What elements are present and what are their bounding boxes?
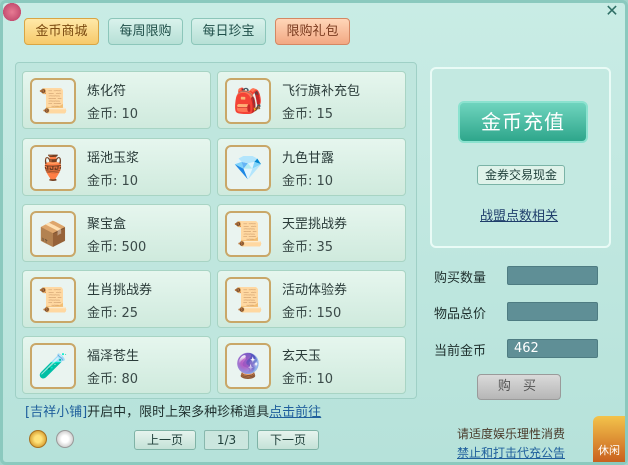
tab-gold-shop[interactable]: 金币商城 [24,18,99,45]
quantity-label: 购买数量 [434,271,487,286]
close-icon[interactable]: ✕ [601,3,623,21]
item-price: 金币: 10 [282,372,334,387]
item-card[interactable]: 🏺 瑶池玉浆 金币: 10 [22,138,211,196]
item-price: 金币: 10 [87,174,139,189]
shop-name-link[interactable]: [吉祥小铺] [25,405,87,420]
item-card[interactable]: 📜 天罡挑战券 金币: 35 [217,204,406,262]
scroll-icon: 📜 [30,277,76,323]
current-gold-label: 当前金币 [434,344,487,359]
notice-text: 开启中，限时上架多种珍稀道具 [87,405,270,420]
tab-weekly-limited[interactable]: 每周限购 [108,18,183,45]
item-name: 聚宝盒 [87,217,127,232]
tab-limited-pack[interactable]: 限购礼包 [275,18,350,45]
item-card[interactable]: 🔮 玄天玉 金币: 10 [217,336,406,394]
flower-decoration-icon [3,3,21,21]
page-indicator: 1/3 [204,430,249,450]
next-page-button[interactable]: 下一页 [257,430,319,450]
item-name: 天罡挑战券 [282,217,348,232]
item-name: 炼化符 [87,84,127,99]
scroll-icon: 📜 [225,211,271,257]
jade-potion-icon: 🏺 [30,145,76,191]
alliance-points-link[interactable]: 战盟点数相关 [480,205,558,224]
item-name: 福泽苍生 [87,349,140,364]
item-name: 飞行旗补充包 [282,84,361,99]
item-card[interactable]: 🎒 飞行旗补充包 金币: 15 [217,71,406,129]
coupon-exchange-button[interactable]: 金券交易现金 [477,165,565,185]
item-price: 金币: 500 [87,240,147,255]
item-name: 九色甘露 [282,151,335,166]
silver-coin-icon[interactable] [56,430,74,448]
anti-proxy-notice-link[interactable]: 禁止和打击代充公告 [457,444,565,461]
shop-notice: [吉祥小铺]开启中，限时上架多种珍稀道具点击前往 [25,401,321,420]
buy-button[interactable]: 购 买 [477,374,561,400]
item-card[interactable]: 💎 九色甘露 金币: 10 [217,138,406,196]
gold-coin-icon[interactable] [29,430,47,448]
total-price-label: 物品总价 [434,307,487,322]
potion-bottle-icon: 🧪 [30,343,76,389]
activity-icon[interactable]: 休闲 [593,416,625,462]
tab-daily-treasure[interactable]: 每日珍宝 [191,18,266,45]
item-card[interactable]: 📜 活动体验券 金币: 150 [217,270,406,328]
item-card[interactable]: 🧪 福泽苍生 金币: 80 [22,336,211,394]
item-name: 生肖挑战券 [87,283,153,298]
item-price: 金币: 80 [87,372,139,387]
item-name: 活动体验券 [282,283,348,298]
item-card[interactable]: 📦 聚宝盒 金币: 500 [22,204,211,262]
item-name: 玄天玉 [282,349,322,364]
jade-gem-icon: 🔮 [225,343,271,389]
item-price: 金币: 150 [282,306,342,321]
recharge-button[interactable]: 金币充值 [458,101,588,143]
item-card[interactable]: 📜 生肖挑战券 金币: 25 [22,270,211,328]
scroll-icon: 📜 [225,277,271,323]
quantity-field[interactable] [507,266,598,285]
item-price: 金币: 10 [282,174,334,189]
prev-page-button[interactable]: 上一页 [134,430,196,450]
moderation-notice: 请适度娱乐理性消费 [457,427,566,441]
flag-pouch-icon: 🎒 [225,78,271,124]
gem-dew-icon: 💎 [225,145,271,191]
total-price-field [507,302,598,321]
treasure-box-icon: 📦 [30,211,76,257]
item-price: 金币: 10 [87,107,139,122]
item-price: 金币: 25 [87,306,139,321]
shop-window: ✕ 金币商城 每周限购 每日珍宝 限购礼包 📜 炼化符 金币: 10 🎒 飞行旗… [0,0,628,465]
item-name: 瑶池玉浆 [87,151,140,166]
item-price: 金币: 15 [282,107,334,122]
current-gold-field: 462 [507,339,598,358]
item-price: 金币: 35 [282,240,334,255]
item-card[interactable]: 📜 炼化符 金币: 10 [22,71,211,129]
talisman-icon: 📜 [30,78,76,124]
goto-link[interactable]: 点击前往 [269,405,321,420]
